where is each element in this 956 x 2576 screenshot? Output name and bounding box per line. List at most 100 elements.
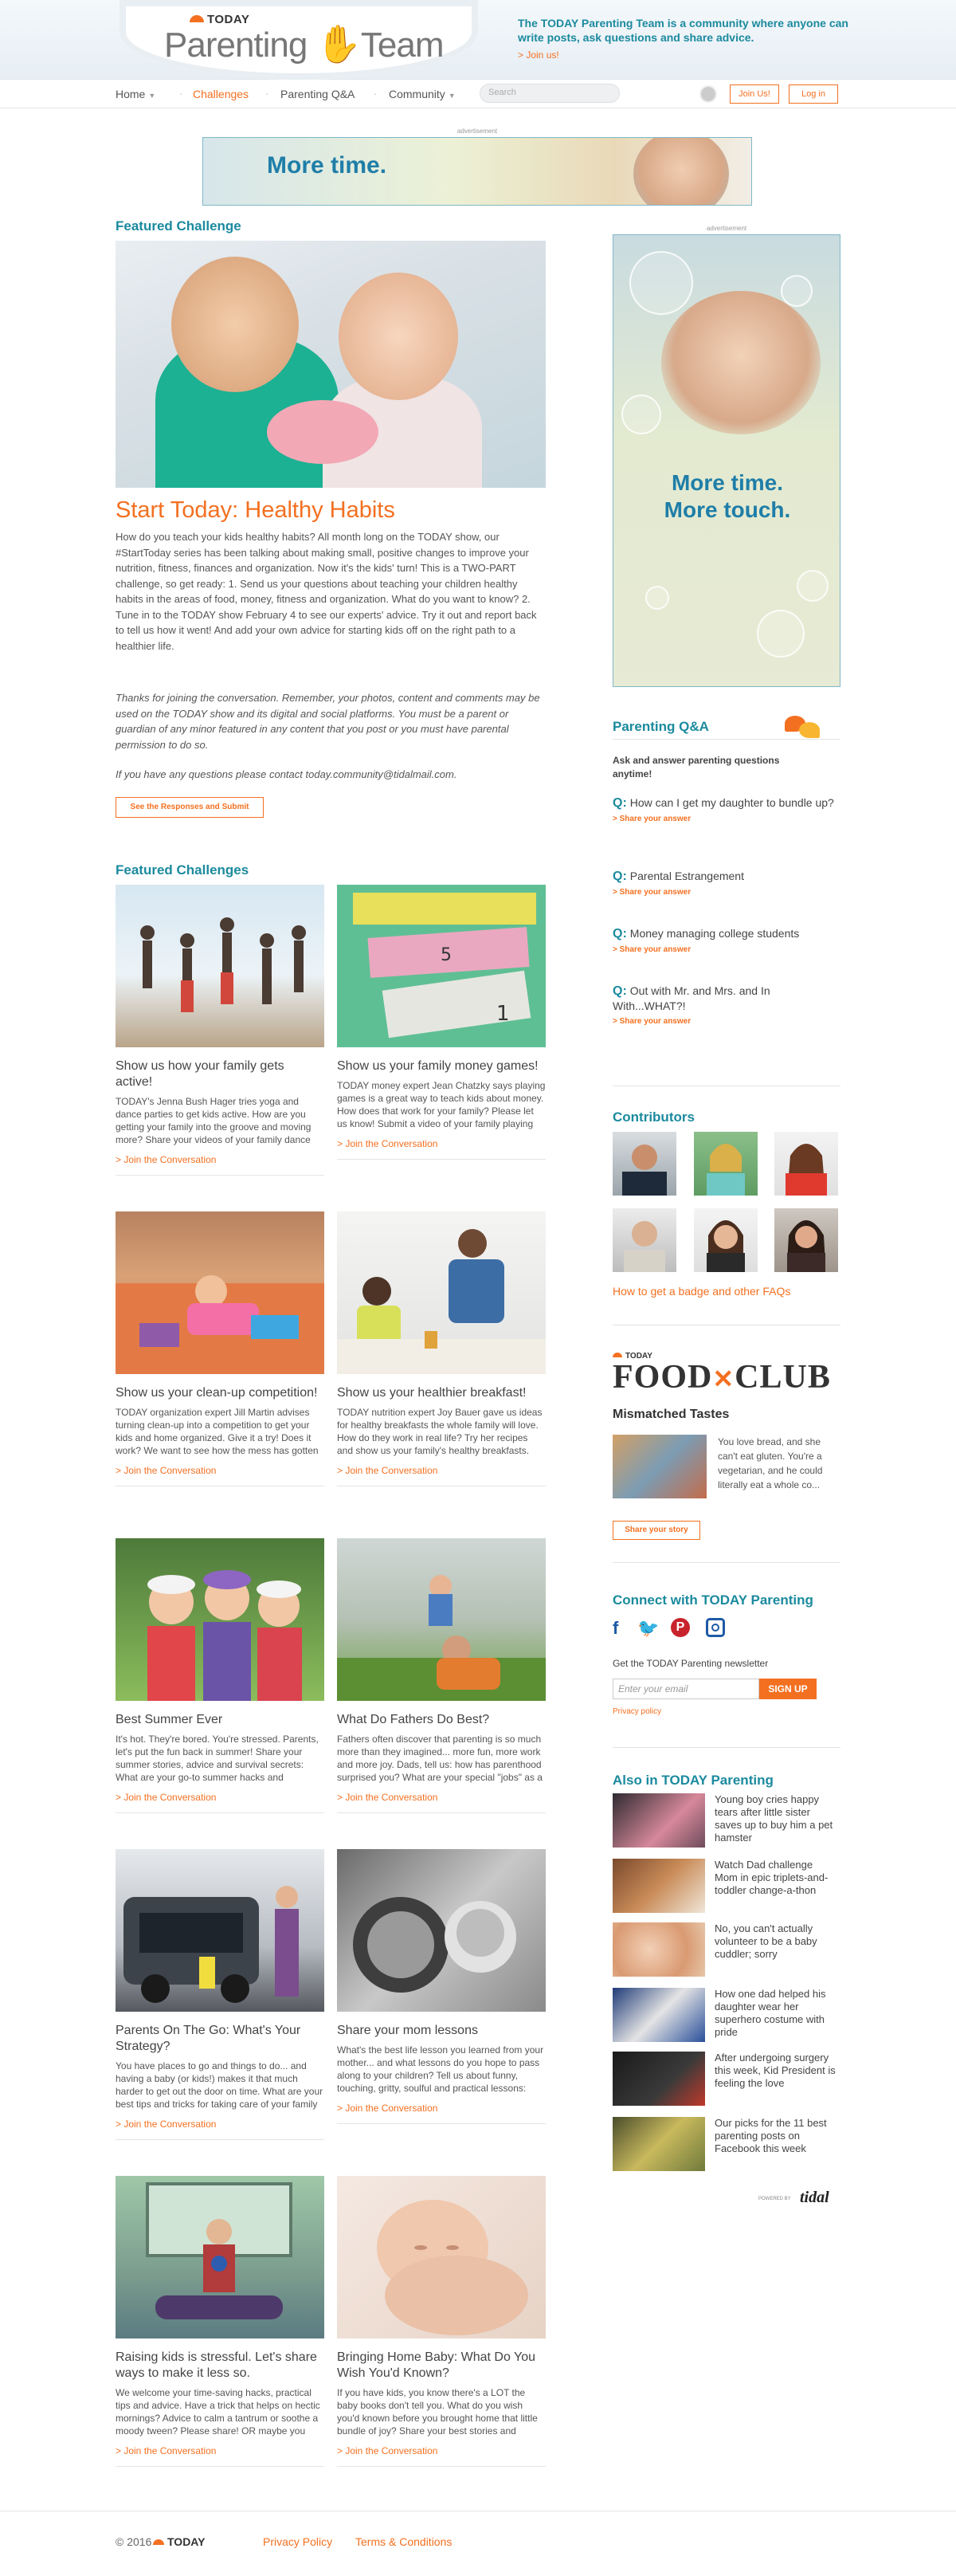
footer-privacy-link[interactable]: Privacy Policy [263, 2535, 332, 2548]
contributor-avatar[interactable] [774, 1208, 838, 1272]
facebook-icon[interactable]: f [613, 1618, 625, 1638]
contact-email-link[interactable]: today.community@tidalmail.com. [306, 768, 457, 780]
share-answer-link[interactable]: > Share your answer [613, 945, 840, 954]
login-button[interactable]: Log in [789, 84, 838, 104]
challenge-title[interactable]: Show us your clean-up competition! [116, 1385, 324, 1401]
site-logo[interactable]: TODAY Parenting ✋Team [120, 0, 478, 80]
contributor-avatar[interactable] [694, 1132, 758, 1196]
also-item[interactable]: Young boy cries happy tears after little… [613, 1793, 840, 1851]
qa-question: Q: How can I get my daughter to bundle up… [613, 795, 840, 823]
challenge-image[interactable] [116, 885, 324, 1047]
also-item[interactable]: After undergoing surgery this week, Kid … [613, 2052, 840, 2109]
challenge-image[interactable] [116, 1849, 324, 2012]
share-answer-link[interactable]: > Share your answer [613, 1017, 840, 1026]
challenge-title[interactable]: Show us your healthier breakfast! [337, 1385, 546, 1401]
also-item[interactable]: How one dad helped his daughter wear her… [613, 1988, 840, 2045]
q-marker: Q: [613, 796, 627, 810]
challenge-title[interactable]: Show us your family money games! [337, 1058, 546, 1074]
banner-ad[interactable]: More time. [202, 137, 752, 206]
qa-question: Q: Money managing college students > Shar… [613, 926, 840, 954]
user-avatar-icon[interactable] [699, 85, 717, 103]
today-sun-icon [613, 1353, 622, 1357]
featured-challenge-title: Featured Challenge [116, 218, 241, 234]
footer-terms-link[interactable]: Terms & Conditions [355, 2535, 452, 2548]
qa-question-link[interactable]: Money managing college students [630, 927, 799, 940]
food-club-logo[interactable]: TODAY FOOD✕CLUB [613, 1349, 830, 1396]
join-conversation-link[interactable]: > Join the Conversation [116, 1154, 324, 1165]
challenge-title[interactable]: Parents On The Go: What's Your Strategy? [116, 2023, 324, 2055]
challenge-card: Best Summer Ever It's hot. They're bored… [116, 1538, 324, 1813]
challenge-image[interactable] [116, 2176, 324, 2338]
challenge-image[interactable] [116, 1538, 324, 1701]
challenge-description: TODAY organization expert Jill Martin ad… [116, 1407, 319, 1456]
logo-hand-icon: ✋ [315, 23, 362, 65]
join-conversation-link[interactable]: > Join the Conversation [116, 2445, 324, 2456]
footer-brand-logo[interactable]: TODAY [153, 2535, 205, 2548]
chevron-down-icon: ▼ [148, 92, 156, 100]
also-item-text: After undergoing surgery this week, Kid … [715, 2052, 836, 2089]
challenge-image[interactable] [337, 1211, 546, 1374]
challenge-description: What's the best life lesson you learned … [337, 2044, 544, 2094]
share-story-button[interactable]: Share your story [613, 1521, 700, 1540]
contributor-avatar[interactable] [694, 1208, 758, 1272]
instagram-icon[interactable] [706, 1618, 725, 1637]
join-conversation-link[interactable]: > Join the Conversation [337, 1465, 546, 1476]
search-input[interactable]: Search [480, 84, 620, 103]
newsletter-label: Get the TODAY Parenting newsletter [613, 1658, 769, 1669]
challenge-title[interactable]: Bringing Home Baby: What Do You Wish You… [337, 2350, 546, 2382]
contributor-avatar[interactable] [774, 1132, 838, 1196]
nav-home[interactable]: Home ▼ [116, 88, 155, 100]
signup-button[interactable]: SIGN UP [759, 1679, 817, 1699]
qa-question-link[interactable]: Out with Mr. and Mrs. and In With...WHAT… [613, 984, 770, 1012]
foodclub-image[interactable] [613, 1435, 707, 1498]
challenge-title[interactable]: Share your mom lessons [337, 2023, 546, 2039]
join-conversation-link[interactable]: > Join the Conversation [337, 2103, 546, 2114]
challenge-title[interactable]: Show us how your family gets active! [116, 1058, 324, 1090]
join-conversation-link[interactable]: > Join the Conversation [116, 2119, 324, 2130]
challenge-image[interactable] [337, 2176, 546, 2338]
also-item[interactable]: Our picks for the 11 best parenting post… [613, 2117, 840, 2174]
challenge-image[interactable] [337, 1538, 546, 1701]
challenge-card: What Do Fathers Do Best? Fathers often d… [337, 1538, 546, 1813]
piggy-bank-image [267, 400, 378, 464]
header-join-link[interactable]: > Join us! [518, 49, 559, 61]
badge-faq-link[interactable]: How to get a badge and other FAQs [613, 1285, 790, 1298]
contributor-avatar[interactable] [613, 1132, 676, 1196]
featured-challenge-headline[interactable]: Start Today: Healthy Habits [116, 497, 395, 524]
privacy-policy-link[interactable]: Privacy policy [613, 1707, 661, 1716]
join-conversation-link[interactable]: > Join the Conversation [337, 1792, 546, 1803]
challenge-image[interactable] [116, 1211, 324, 1374]
share-answer-link[interactable]: > Share your answer [613, 888, 840, 897]
challenge-title[interactable]: Best Summer Ever [116, 1712, 324, 1728]
nav-community[interactable]: Community ▼ [389, 88, 456, 100]
qa-question-link[interactable]: How can I get my daughter to bundle up? [630, 796, 834, 809]
today-sun-icon [153, 2539, 164, 2545]
challenge-image[interactable]: 15 [337, 885, 546, 1047]
challenge-title[interactable]: Raising kids is stressful. Let's share w… [116, 2350, 324, 2382]
tidal-logo[interactable]: tidal [800, 2189, 829, 2207]
featured-challenge-contact: If you have any questions please contact… [116, 768, 457, 780]
email-input[interactable]: Enter your email [613, 1679, 759, 1699]
nav-parenting-qa[interactable]: Parenting Q&A [280, 88, 355, 100]
nav-challenges[interactable]: Challenges [193, 88, 249, 100]
also-item[interactable]: Watch Dad challenge Mom in epic triplets… [613, 1859, 840, 1916]
qa-question-link[interactable]: Parental Estrangement [630, 870, 744, 882]
pinterest-icon[interactable]: P [671, 1618, 690, 1637]
challenge-card: Raising kids is stressful. Let's share w… [116, 2176, 324, 2467]
challenge-card: Parents On The Go: What's Your Strategy?… [116, 1849, 324, 2140]
sidebar-ad[interactable]: More time. More touch. [613, 234, 840, 687]
also-thumbnail [613, 1988, 705, 2042]
join-conversation-link[interactable]: > Join the Conversation [337, 1138, 546, 1149]
contributor-avatar[interactable] [613, 1208, 676, 1272]
see-responses-button[interactable]: See the Responses and Submit [116, 797, 264, 818]
twitter-icon[interactable]: 🐦 [637, 1618, 659, 1638]
join-conversation-link[interactable]: > Join the Conversation [337, 2445, 546, 2456]
join-conversation-link[interactable]: > Join the Conversation [116, 1465, 324, 1476]
share-answer-link[interactable]: > Share your answer [613, 815, 840, 823]
also-item[interactable]: No, you can't actually volunteer to be a… [613, 1922, 840, 1980]
challenge-image[interactable] [337, 1849, 546, 2012]
challenge-title[interactable]: What Do Fathers Do Best? [337, 1712, 546, 1728]
featured-challenge-image[interactable] [116, 241, 546, 488]
join-conversation-link[interactable]: > Join the Conversation [116, 1792, 324, 1803]
join-us-button[interactable]: Join Us! [730, 84, 779, 104]
